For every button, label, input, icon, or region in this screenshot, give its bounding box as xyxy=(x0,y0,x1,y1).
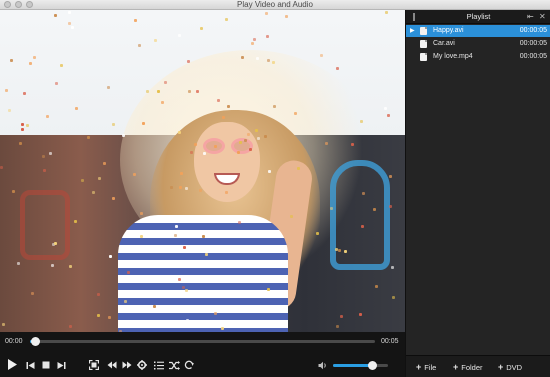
add-folder-button[interactable]: + Folder xyxy=(453,361,483,374)
file-icon xyxy=(420,40,427,48)
window-title: Play Video and Audio xyxy=(237,0,313,9)
playlist-panel: Playlist ⇤ ✕ ▶ Happy.avi 00:00:05 Car.av… xyxy=(405,10,550,377)
total-time: 00:05 xyxy=(381,338,399,345)
fast-forward-icon xyxy=(122,361,132,369)
play-button[interactable] xyxy=(7,357,18,372)
add-file-label: File xyxy=(424,363,437,372)
playlist-item-name: My love.mp4 xyxy=(433,53,473,60)
shuffle-icon xyxy=(169,360,180,370)
add-file-button[interactable]: + File xyxy=(416,361,436,374)
volume-handle[interactable] xyxy=(367,361,377,370)
skip-next-icon xyxy=(57,361,66,369)
plus-icon: + xyxy=(498,362,504,372)
playlist-item-happy[interactable]: ▶ Happy.avi 00:00:05 xyxy=(406,25,550,37)
video-face xyxy=(194,122,260,202)
seek-handle[interactable] xyxy=(31,337,41,346)
close-icon[interactable]: ✕ xyxy=(539,11,546,23)
pin-icon[interactable]: ⇤ xyxy=(527,11,534,23)
video-graffiti xyxy=(330,160,390,270)
playlist-item-duration: 00:00:05 xyxy=(519,27,547,34)
fullscreen-icon xyxy=(89,360,99,370)
repeat-button[interactable] xyxy=(184,359,194,371)
stop-button[interactable] xyxy=(42,359,50,371)
video-striped-shirt xyxy=(118,215,288,332)
stop-icon xyxy=(42,361,50,369)
settings-button[interactable] xyxy=(137,359,147,371)
volume-icon xyxy=(318,361,326,369)
add-folder-label: Folder xyxy=(461,363,483,372)
shuffle-button[interactable] xyxy=(169,359,180,371)
now-playing-icon: ▶ xyxy=(410,28,415,34)
playlist-item-car[interactable]: Car.avi 00:00:05 xyxy=(406,38,550,50)
playlist-item-name: Car.avi xyxy=(433,40,455,47)
skip-previous-icon xyxy=(26,361,35,369)
playlist-header: Playlist ⇤ ✕ xyxy=(406,10,550,24)
add-dvd-label: DVD xyxy=(506,363,523,372)
repeat-icon xyxy=(184,360,194,370)
plus-icon: + xyxy=(416,362,422,372)
volume-button[interactable] xyxy=(318,359,328,371)
plus-icon: + xyxy=(453,362,459,372)
fast-forward-button[interactable] xyxy=(122,359,132,371)
video-sunglasses xyxy=(203,138,255,154)
play-icon xyxy=(8,359,17,370)
video-graffiti-red xyxy=(20,190,70,260)
volume-slider[interactable] xyxy=(333,361,388,370)
playlist-toggle-button[interactable] xyxy=(154,359,164,371)
settings-icon xyxy=(137,360,147,370)
volume-level xyxy=(333,364,372,367)
playlist-footer: + File + Folder + DVD xyxy=(406,355,550,377)
file-icon xyxy=(420,53,427,61)
playlist-item-name: Happy.avi xyxy=(433,27,464,34)
previous-button[interactable] xyxy=(26,359,35,371)
player-controls: 00:00 00:05 xyxy=(0,332,405,377)
rewind-button[interactable] xyxy=(107,359,117,371)
next-button[interactable] xyxy=(57,359,66,371)
title-bar: Play Video and Audio xyxy=(0,0,550,10)
seek-bar[interactable] xyxy=(30,337,375,346)
video-display[interactable] xyxy=(0,10,405,332)
fullscreen-button[interactable] xyxy=(89,359,99,371)
playlist-item-duration: 00:00:05 xyxy=(519,40,547,47)
current-time: 00:00 xyxy=(5,338,23,345)
playlist-item-duration: 00:00:05 xyxy=(519,53,547,60)
add-dvd-button[interactable]: + DVD xyxy=(498,361,522,374)
playlist-item-my-love[interactable]: My love.mp4 00:00:05 xyxy=(406,51,550,63)
list-icon xyxy=(154,361,164,369)
file-icon xyxy=(420,27,427,35)
rewind-icon xyxy=(107,361,117,369)
